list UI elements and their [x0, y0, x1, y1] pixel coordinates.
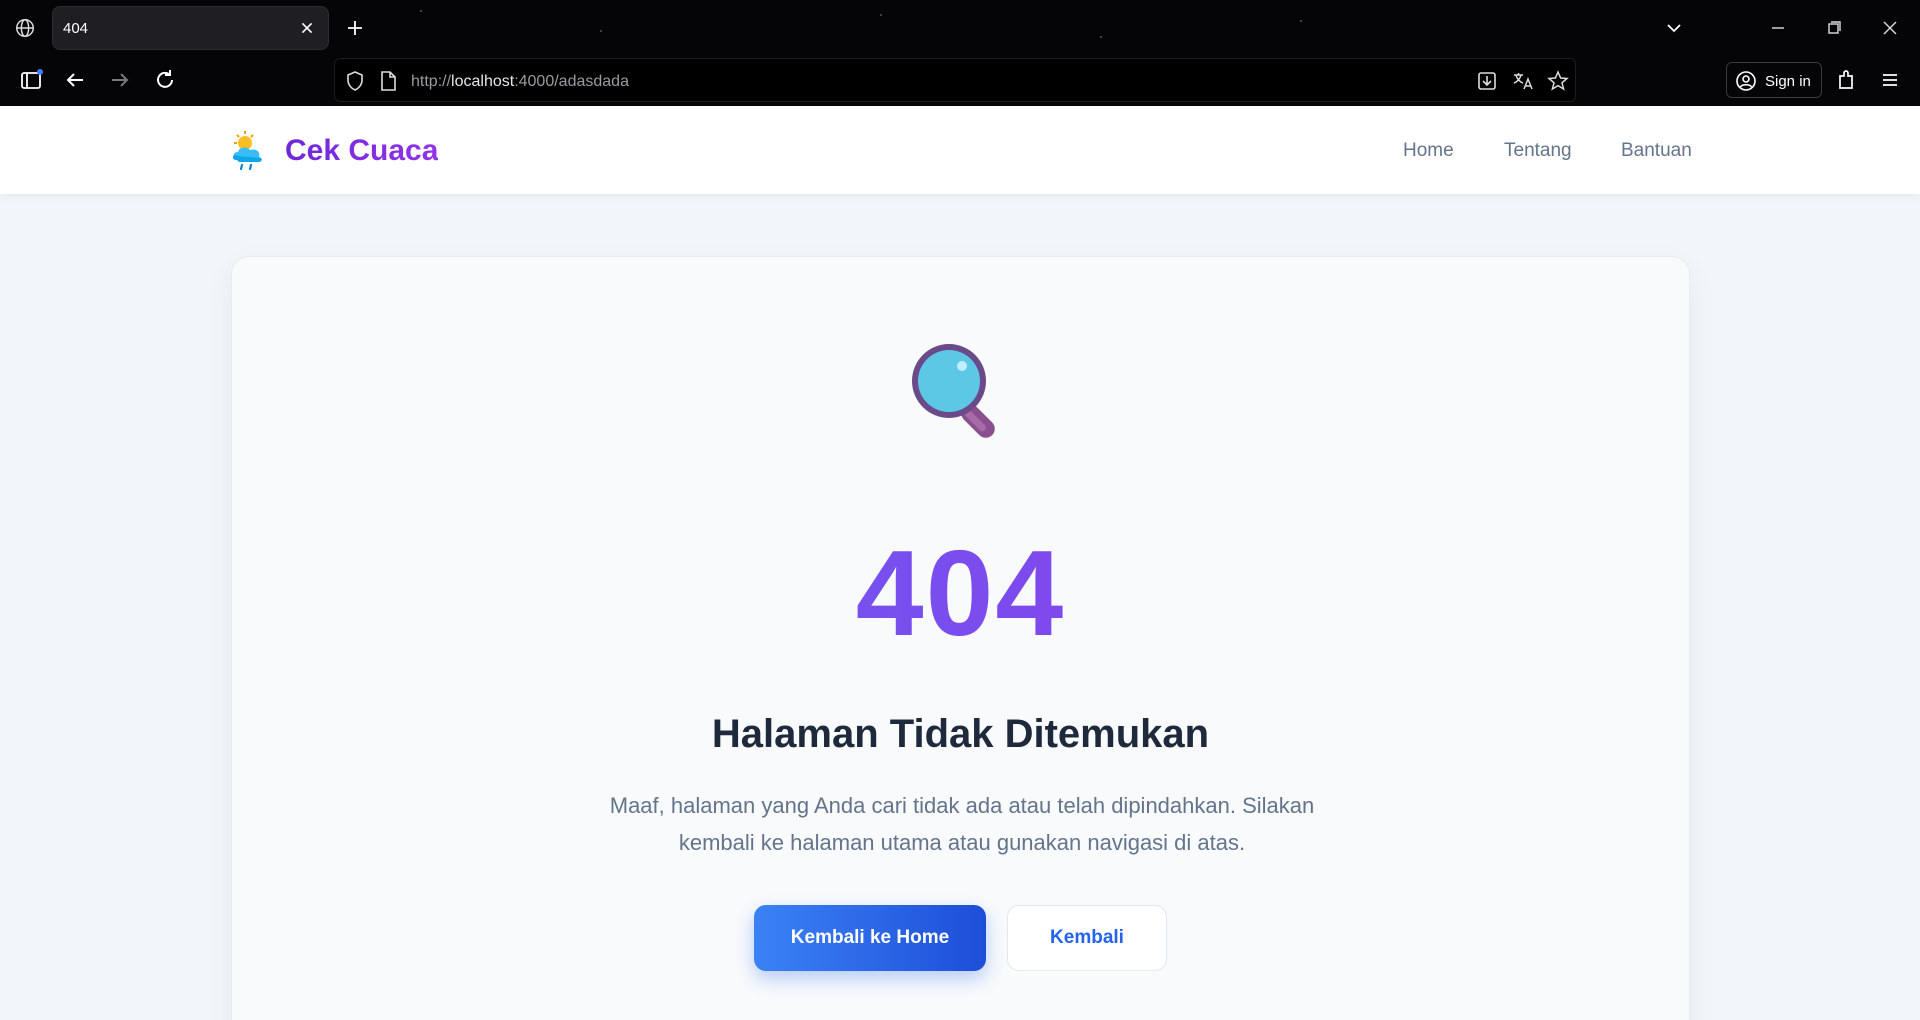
brand-name[interactable]: Cek Cuaca — [285, 134, 438, 168]
nav-link-tentang[interactable]: Tentang — [1504, 140, 1572, 162]
extensions-icon[interactable] — [1832, 66, 1860, 94]
back-to-home-button[interactable]: Kembali ke Home — [754, 905, 986, 971]
minimize-icon[interactable] — [1766, 16, 1790, 40]
nav-link-home[interactable]: Home — [1403, 140, 1454, 162]
reload-icon[interactable] — [151, 66, 179, 94]
sign-in-button[interactable]: Sign in — [1726, 62, 1822, 98]
browser-tab[interactable]: 404 — [52, 6, 329, 50]
browser-tabbar: 404 — [0, 0, 1920, 54]
globe-icon[interactable] — [14, 17, 36, 39]
page-viewport: Cek Cuaca Home Tentang Bantuan 404 Halam… — [0, 106, 1920, 1020]
install-app-icon[interactable] — [1475, 69, 1499, 93]
background-star — [600, 30, 602, 32]
menu-icon[interactable] — [1876, 66, 1904, 94]
restore-icon[interactable] — [1822, 16, 1846, 40]
background-star — [1300, 20, 1302, 22]
nav-link-bantuan[interactable]: Bantuan — [1621, 140, 1692, 162]
sidebar-toggle-icon[interactable] — [17, 66, 45, 94]
url-prefix: http:// — [411, 73, 452, 90]
address-bar[interactable]: http://localhost:4000/adasdada — [334, 58, 1576, 102]
page-icon[interactable] — [377, 69, 399, 93]
new-tab-icon[interactable] — [343, 16, 367, 40]
error-card: 404 Halaman Tidak Ditemukan Maaf, halama… — [231, 256, 1690, 1020]
shield-icon[interactable] — [343, 69, 367, 93]
background-star — [1100, 36, 1102, 38]
background-star — [420, 10, 422, 12]
url-text: http://localhost:4000/adasdada — [411, 73, 629, 91]
error-title: Halaman Tidak Ditemukan — [711, 712, 1210, 756]
url-path: :4000/adasdada — [514, 73, 629, 90]
back-button[interactable]: Kembali — [1007, 905, 1167, 971]
window-close-icon[interactable] — [1878, 16, 1902, 40]
sign-in-label: Sign in — [1765, 73, 1811, 90]
translate-icon[interactable] — [1511, 69, 1535, 93]
close-tab-icon[interactable] — [296, 17, 318, 39]
error-code: 404 — [232, 532, 1689, 654]
chevron-down-icon[interactable] — [1662, 16, 1686, 40]
site-navbar: Cek Cuaca Home Tentang Bantuan — [0, 106, 1920, 194]
browser-toolbar: http://localhost:4000/adasdada Sign in — [0, 54, 1920, 106]
background-star — [880, 14, 882, 16]
back-icon[interactable] — [61, 66, 89, 94]
forward-icon[interactable] — [106, 66, 134, 94]
error-description: Maaf, halaman yang Anda cari tidak ada a… — [609, 793, 1315, 855]
tab-title: 404 — [63, 20, 89, 37]
magnifying-glass-icon — [912, 344, 995, 438]
weather-sun-cloud-rain-icon[interactable] — [229, 128, 269, 172]
account-icon — [1736, 71, 1756, 91]
bookmark-star-icon[interactable] — [1546, 69, 1570, 93]
url-host: localhost — [451, 73, 515, 90]
